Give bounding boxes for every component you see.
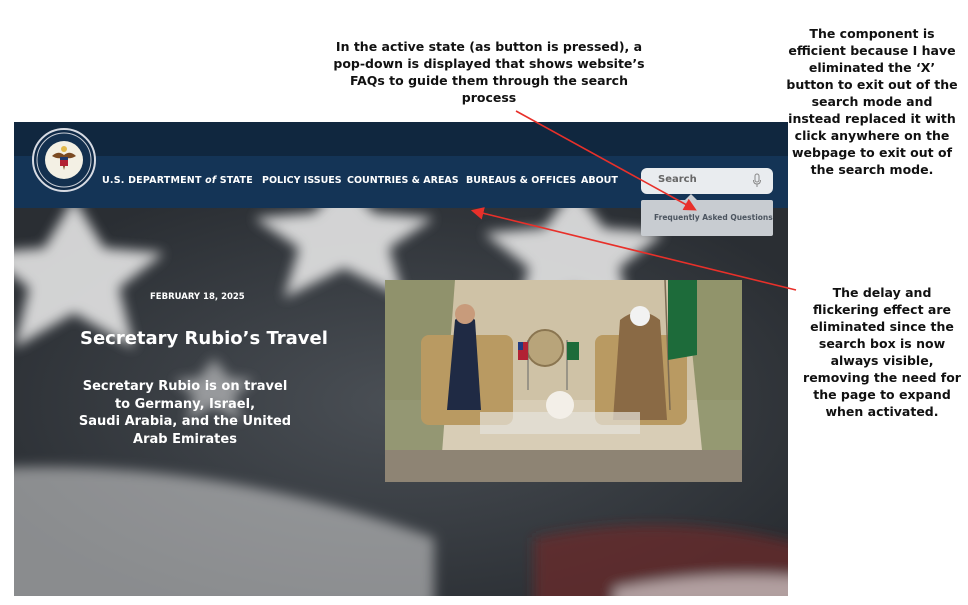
annotation-efficiency: The component is efficient because I hav… [786, 26, 958, 177]
annotation-active-state: In the active state (as button is presse… [333, 39, 645, 105]
annotation-no-flicker: The delay and flickering effect are elim… [803, 285, 961, 419]
top-bar [14, 122, 788, 156]
nav-about[interactable]: ABOUT [581, 175, 618, 186]
hero-section: FEBRUARY 18, 2025 Secretary Rubio’s Trav… [14, 208, 788, 596]
brand-title[interactable]: U.S. DEPARTMENT of STATE [102, 175, 253, 186]
department-seal-logo[interactable] [32, 128, 96, 192]
brand-prefix: U.S. DEPARTMENT [102, 175, 206, 186]
website-mockup: U.S. DEPARTMENT of STATE POLICY ISSUES C… [14, 122, 788, 596]
article-date: FEBRUARY 18, 2025 [150, 292, 245, 302]
faq-dropdown[interactable]: Frequently Asked Questions [641, 200, 773, 236]
nav-policy-issues[interactable]: POLICY ISSUES [262, 175, 342, 186]
search-placeholder: Search [658, 174, 697, 185]
article-photo[interactable] [385, 280, 742, 482]
brand-of: of [205, 175, 217, 186]
nav-countries-areas[interactable]: COUNTRIES & AREAS [347, 175, 459, 186]
search-input[interactable]: Search [641, 168, 773, 194]
article-title[interactable]: Secretary Rubio’s Travel [80, 328, 328, 349]
microphone-icon[interactable] [752, 173, 762, 193]
faq-dropdown-item[interactable]: Frequently Asked Questions [654, 213, 773, 222]
nav-bureaus-offices[interactable]: BUREAUS & OFFICES [466, 175, 576, 186]
brand-suffix: STATE [216, 175, 253, 186]
article-description: Secretary Rubio is on travel to Germany,… [78, 379, 292, 447]
